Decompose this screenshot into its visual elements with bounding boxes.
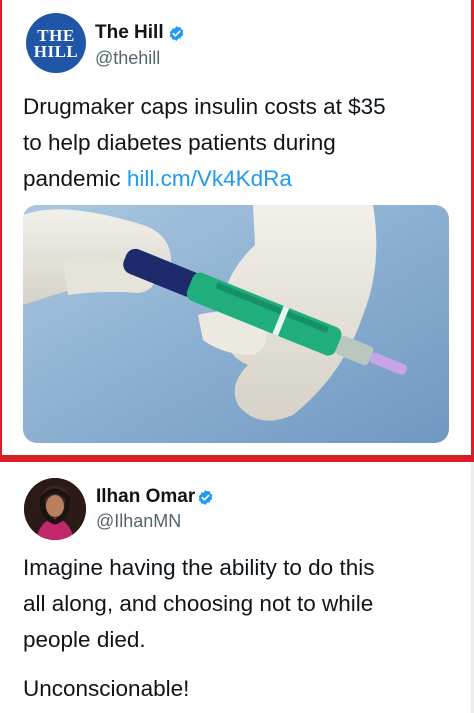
tweet-text-line: to help diabetes patients during (23, 130, 336, 155)
insulin-pen-photo (23, 205, 449, 443)
handle[interactable]: @thehill (95, 48, 160, 69)
tweet-the-hill[interactable]: THE HILL The Hill @thehill Drugmaker cap… (0, 0, 474, 455)
tweet-text-line: people died. (23, 627, 146, 652)
tweet-text-line: all along, and choosing not to while (23, 591, 374, 616)
handle[interactable]: @IlhanMN (96, 511, 181, 532)
avatar-the-hill[interactable]: THE HILL (26, 13, 86, 73)
red-divider (0, 455, 474, 462)
tweet-text-line: Unconscionable! (23, 676, 190, 701)
tweet-text-line: pandemic hill.cm/Vk4KdRa (23, 161, 386, 197)
avatar-logo-text: HILL (33, 42, 79, 61)
tweet-text: Imagine having the ability to do this al… (23, 550, 374, 658)
tweet-text: Drugmaker caps insulin costs at $35 to h… (23, 89, 386, 197)
profile-photo (24, 478, 86, 540)
verified-badge-icon (198, 490, 213, 505)
verified-badge-icon (169, 26, 184, 41)
tweet-image[interactable] (23, 205, 449, 443)
tweet-text-line: Drugmaker caps insulin costs at $35 (23, 94, 386, 119)
tweet-text-segment: pandemic (23, 166, 127, 191)
display-name[interactable]: The Hill (95, 22, 164, 44)
avatar-ilhan-omar[interactable] (24, 478, 86, 540)
display-name[interactable]: Ilhan Omar (96, 486, 195, 508)
tweet-text-line: Imagine having the ability to do this (23, 555, 375, 580)
tweet-link[interactable]: hill.cm/Vk4KdRa (127, 166, 292, 191)
